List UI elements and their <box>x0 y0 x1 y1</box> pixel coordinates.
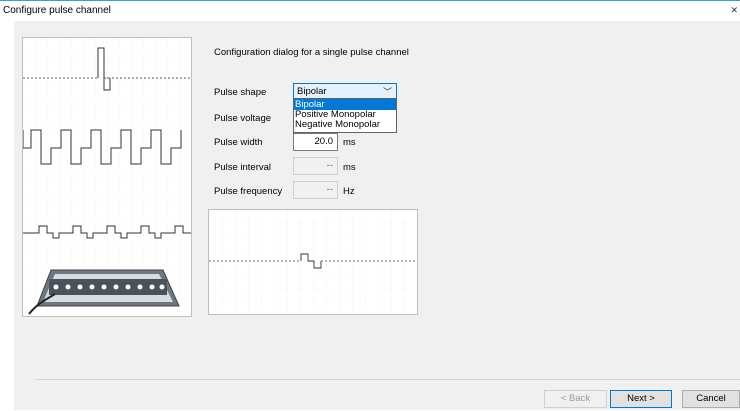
pulse-shape-value: Bipolar <box>297 86 327 97</box>
window-title: Configure pulse channel <box>3 5 111 16</box>
pulse-width-input[interactable]: 20.0 <box>293 133 338 151</box>
close-icon[interactable]: ✕ <box>730 5 738 16</box>
configure-pulse-dialog: Configure pulse channel ✕ Configuration … <box>0 0 740 411</box>
pulse-illustration <box>23 38 191 316</box>
pulse-interval-unit: ms <box>343 162 356 173</box>
left-edge-panel <box>0 21 14 411</box>
pulse-preview-scope <box>208 209 418 315</box>
pulse-frequency-unit: Hz <box>343 186 355 197</box>
dialog-description: Configuration dialog for a single pulse … <box>214 47 409 58</box>
illustration-panel <box>22 37 192 317</box>
pulse-width-unit: ms <box>343 137 356 148</box>
pulse-frequency-label: Pulse frequency <box>214 186 283 197</box>
back-button[interactable]: < Back <box>544 390 607 408</box>
cancel-button[interactable]: Cancel <box>682 390 740 408</box>
chevron-down-icon[interactable]: ﹀ <box>383 85 392 98</box>
title-bar: Configure pulse channel ✕ <box>0 1 740 21</box>
pulse-interval-label: Pulse interval <box>214 162 272 173</box>
option-negative-monopolar[interactable]: Negative Monopolar <box>294 120 396 130</box>
next-button[interactable]: Next > <box>610 390 672 408</box>
pulse-interval-input[interactable]: -- <box>293 157 338 175</box>
pulse-voltage-label: Pulse voltage <box>214 113 272 124</box>
pulse-shape-dropdown[interactable]: Bipolar Positive Monopolar Negative Mono… <box>293 99 397 133</box>
pulse-shape-select[interactable]: Bipolar ﹀ <box>293 83 397 99</box>
footer-separator <box>35 379 740 380</box>
pulse-shape-label: Pulse shape <box>214 87 267 98</box>
pulse-width-label: Pulse width <box>214 137 263 148</box>
pulse-frequency-input[interactable]: -- <box>293 181 338 199</box>
pulse-preview-graphic <box>209 210 417 314</box>
